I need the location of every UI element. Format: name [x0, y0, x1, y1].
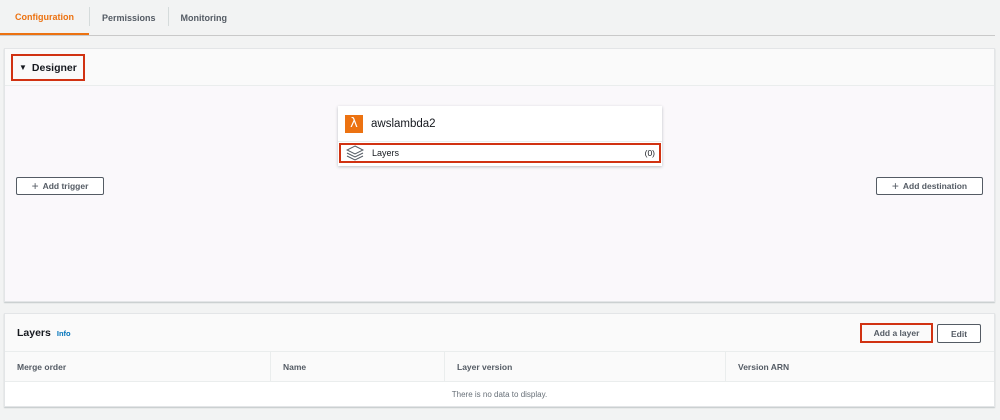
tab-configuration[interactable]: Configuration: [0, 0, 89, 35]
layers-panel-title: Layers Info: [17, 327, 71, 339]
tab-permissions[interactable]: Permissions: [90, 0, 168, 35]
designer-title: Designer: [31, 61, 77, 74]
function-header: λ awslambda2: [338, 106, 662, 142]
caret-down-icon: ▼: [19, 63, 27, 72]
tab-bar: Configuration Permissions Monitoring: [0, 0, 995, 36]
layers-node[interactable]: Layers (0): [339, 143, 661, 163]
layers-node-label: Layers: [372, 148, 400, 158]
column-header-version-arn[interactable]: Version ARN: [725, 352, 994, 382]
add-trigger-button[interactable]: + Add trigger: [16, 177, 104, 195]
layers-panel-header: Layers Info Add a layer Edit: [5, 314, 994, 352]
add-destination-button[interactable]: + Add destination: [876, 177, 983, 195]
edit-label: Edit: [950, 328, 968, 339]
function-name: awslambda2: [371, 117, 436, 130]
edit-button[interactable]: Edit: [937, 324, 981, 343]
add-destination-label: Add destination: [902, 181, 968, 191]
add-layer-highlight: Add a layer: [860, 323, 933, 343]
add-layer-button[interactable]: Add a layer: [874, 328, 920, 338]
plus-icon: +: [31, 179, 39, 193]
plus-icon: +: [891, 179, 899, 193]
layers-icon: [346, 145, 364, 161]
column-header-layer-version[interactable]: Layer version: [444, 352, 725, 382]
designer-toggle[interactable]: ▼ Designer: [11, 54, 85, 81]
layers-node-count: (0): [644, 148, 655, 158]
column-header-merge-order[interactable]: Merge order: [5, 352, 270, 382]
layers-panel: Layers Info Add a layer Edit Merge order…: [4, 313, 995, 407]
column-header-name[interactable]: Name: [270, 352, 444, 382]
function-node[interactable]: λ awslambda2 Layers (0): [338, 106, 662, 166]
tab-monitoring[interactable]: Monitoring: [169, 0, 240, 35]
layers-title: Layers: [17, 327, 51, 339]
designer-panel: ▼ Designer λ awslambda2 Layers (0) + Add…: [4, 48, 995, 302]
designer-header: ▼ Designer: [5, 49, 994, 86]
designer-canvas: λ awslambda2 Layers (0) + Add trigger + …: [5, 86, 994, 301]
lambda-icon: λ: [345, 114, 363, 133]
add-trigger-label: Add trigger: [42, 181, 89, 191]
info-link[interactable]: Info: [57, 329, 71, 338]
empty-table-message: There is no data to display.: [451, 389, 548, 399]
layers-table-header: Merge order Name Layer version Version A…: [5, 352, 994, 382]
